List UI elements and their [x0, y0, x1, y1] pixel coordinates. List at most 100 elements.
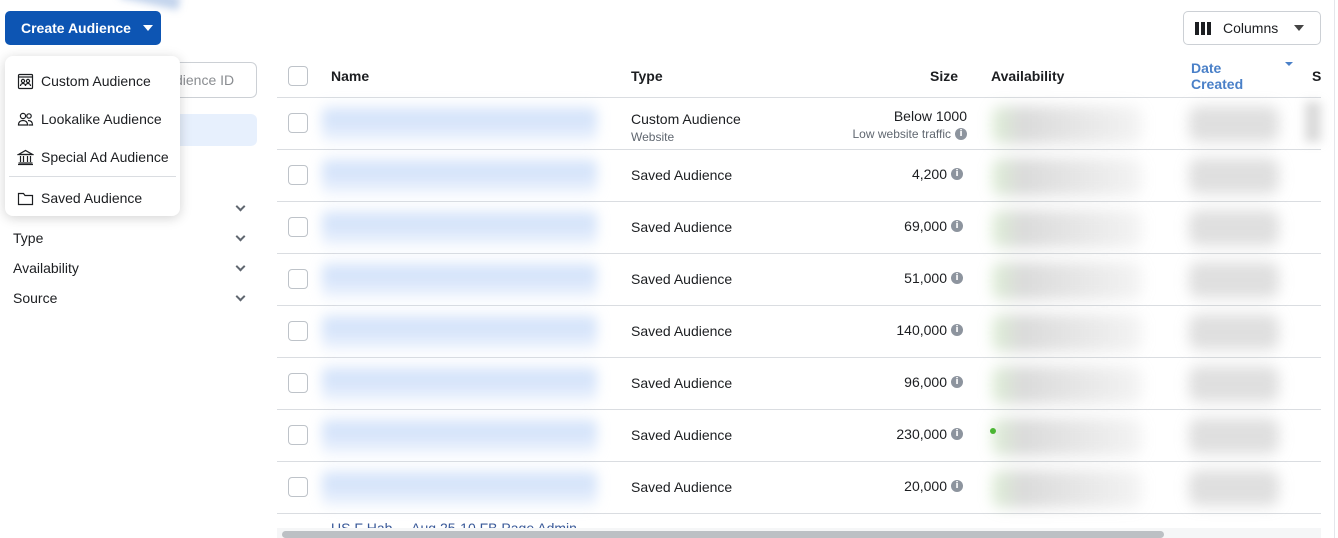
- audience-type: Saved Audience: [631, 167, 733, 183]
- audience-subtype: Website: [631, 130, 675, 144]
- chevron-down-icon: [235, 291, 246, 301]
- chevron-down-icon: [235, 201, 246, 211]
- info-icon[interactable]: i: [955, 128, 967, 140]
- availability-redacted: [992, 366, 1142, 404]
- audience-name-redacted[interactable]: [322, 154, 597, 198]
- folder-icon: [17, 192, 34, 205]
- date-created-redacted: [1189, 470, 1279, 506]
- caret-down-icon: [1294, 25, 1305, 31]
- date-created-redacted: [1189, 418, 1279, 454]
- horizontal-scrollbar-thumb[interactable]: [282, 531, 1164, 538]
- info-icon[interactable]: i: [951, 376, 963, 388]
- audience-name-redacted[interactable]: [322, 414, 597, 458]
- row-checkbox[interactable]: [288, 165, 308, 185]
- audience-type: Saved Audience: [631, 271, 733, 287]
- menu-item-label: Saved Audience: [41, 190, 143, 206]
- search-placeholder: dience ID: [175, 72, 235, 88]
- row-checkbox[interactable]: [288, 425, 308, 445]
- info-icon[interactable]: i: [951, 324, 963, 336]
- audience-size: Below 1000: [893, 108, 967, 124]
- availability-redacted: [992, 470, 1142, 508]
- column-s-redacted: [1305, 102, 1321, 142]
- menu-item-special-ad-audience[interactable]: Special Ad Audience: [5, 138, 180, 176]
- sort-desc-icon[interactable]: [1285, 62, 1293, 66]
- column-header-date-created[interactable]: Date Created: [1191, 60, 1271, 92]
- table-row[interactable]: Saved Audience 69,000 i: [277, 202, 1321, 254]
- table-row[interactable]: Saved Audience 96,000 i: [277, 358, 1321, 410]
- menu-item-lookalike-audience[interactable]: Lookalike Audience: [5, 100, 180, 138]
- table-header: Name Type Size Availability Date Created…: [277, 55, 1321, 98]
- chevron-down-icon: [235, 261, 246, 271]
- audience-name-redacted[interactable]: [322, 310, 597, 354]
- audience-size: 230,000: [896, 426, 947, 442]
- filter-type[interactable]: Type: [13, 227, 248, 249]
- create-audience-button[interactable]: Create Audience: [5, 11, 161, 45]
- date-created-redacted: [1189, 314, 1279, 350]
- bank-icon: [17, 149, 34, 165]
- selected-filter-item[interactable]: [170, 114, 257, 146]
- menu-item-label: Special Ad Audience: [41, 149, 169, 165]
- audience-name-redacted[interactable]: [322, 258, 597, 302]
- vertical-divider: [1334, 0, 1338, 538]
- select-all-checkbox[interactable]: [288, 66, 308, 86]
- row-checkbox[interactable]: [288, 477, 308, 497]
- row-checkbox[interactable]: [288, 217, 308, 237]
- create-audience-label: Create Audience: [21, 20, 131, 36]
- filter-availability-label: Availability: [13, 260, 79, 276]
- column-header-s[interactable]: S: [1312, 68, 1321, 84]
- filter-source[interactable]: Source: [13, 287, 248, 309]
- row-checkbox[interactable]: [288, 321, 308, 341]
- audience-size: 4,200: [911, 166, 947, 182]
- info-icon[interactable]: i: [951, 220, 963, 232]
- filter-source-label: Source: [13, 290, 58, 306]
- table-row[interactable]: Saved Audience 230,000 i: [277, 410, 1321, 462]
- date-created-redacted: [1189, 106, 1279, 142]
- audience-name-redacted[interactable]: [322, 466, 597, 510]
- row-checkbox[interactable]: [288, 113, 308, 133]
- audience-name-redacted[interactable]: [322, 362, 597, 406]
- table-row[interactable]: Custom Audience Website Below 1000 Low w…: [277, 98, 1321, 150]
- row-checkbox[interactable]: [288, 373, 308, 393]
- chevron-down-icon: [235, 231, 246, 241]
- menu-item-custom-audience[interactable]: Custom Audience: [5, 62, 180, 100]
- table-row[interactable]: Saved Audience 140,000 i: [277, 306, 1321, 358]
- table-row[interactable]: Saved Audience 20,000 i: [277, 462, 1321, 514]
- audience-name-redacted[interactable]: [322, 206, 597, 250]
- table-row[interactable]: Saved Audience 51,000 i: [277, 254, 1321, 306]
- menu-item-saved-audience[interactable]: Saved Audience: [5, 179, 180, 217]
- audience-size: 96,000: [904, 374, 947, 390]
- decorative-swoosh: [119, 0, 181, 11]
- caret-down-icon: [142, 25, 153, 31]
- filter-type-label: Type: [13, 230, 44, 246]
- availability-redacted: [992, 210, 1142, 248]
- column-header-size[interactable]: Size: [930, 68, 958, 84]
- column-header-type[interactable]: Type: [631, 68, 663, 84]
- audience-size: 20,000: [904, 478, 947, 494]
- row-checkbox[interactable]: [288, 269, 308, 289]
- audience-size: 69,000: [904, 218, 947, 234]
- audience-type: Saved Audience: [631, 219, 733, 235]
- audience-type: Custom Audience: [631, 111, 741, 127]
- audience-type: Saved Audience: [631, 375, 733, 391]
- columns-button[interactable]: Columns: [1183, 11, 1321, 45]
- filter-availability[interactable]: Availability: [13, 257, 248, 279]
- column-header-name[interactable]: Name: [331, 68, 369, 84]
- info-icon[interactable]: i: [951, 480, 963, 492]
- availability-redacted: [992, 158, 1142, 196]
- size-note: Low website traffic: [852, 127, 952, 141]
- info-icon[interactable]: i: [951, 428, 963, 440]
- info-icon[interactable]: i: [951, 168, 963, 180]
- info-icon[interactable]: i: [951, 272, 963, 284]
- table-row[interactable]: Saved Audience 4,200 i: [277, 150, 1321, 202]
- availability-redacted: [992, 262, 1142, 300]
- custom-audience-icon: [17, 73, 34, 89]
- menu-item-label: Lookalike Audience: [41, 111, 162, 127]
- availability-redacted: [992, 106, 1142, 144]
- column-header-availability[interactable]: Availability: [991, 68, 1064, 84]
- availability-redacted: [992, 314, 1142, 352]
- audience-name-redacted[interactable]: [322, 102, 597, 146]
- date-created-redacted: [1189, 158, 1279, 194]
- audience-type: Saved Audience: [631, 323, 733, 339]
- audience-type: Saved Audience: [631, 427, 733, 443]
- availability-redacted: [992, 418, 1142, 456]
